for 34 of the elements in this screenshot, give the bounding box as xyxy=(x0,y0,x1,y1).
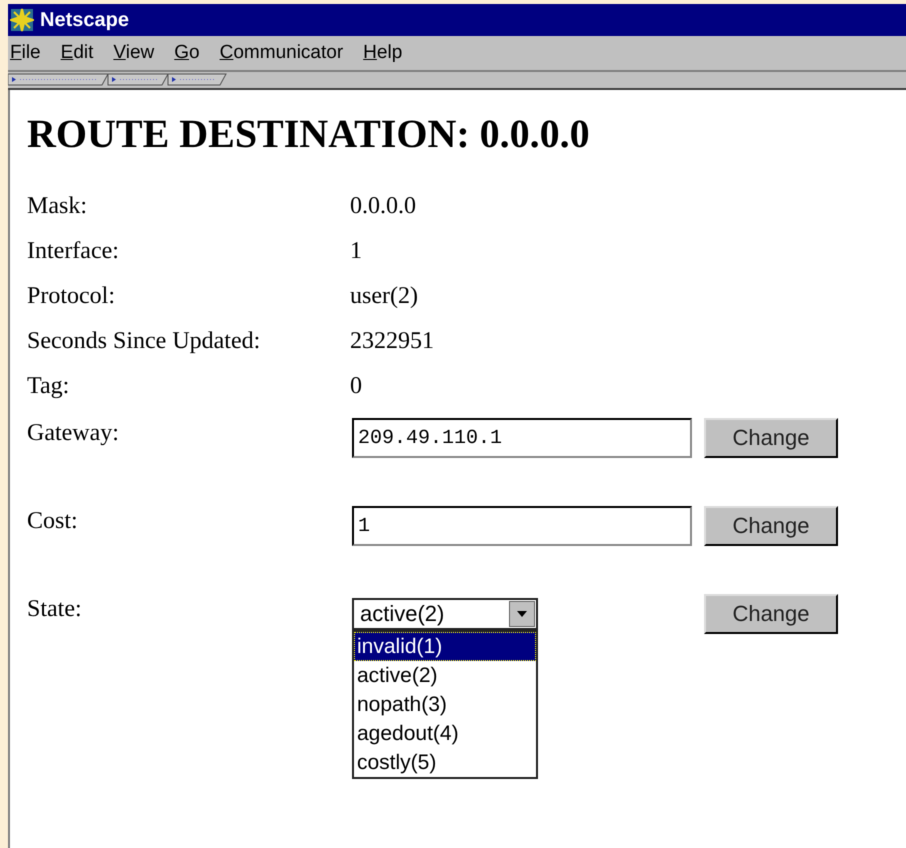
menu-item[interactable]: View xyxy=(113,42,154,64)
dropdown-option[interactable]: nopath(3) xyxy=(354,690,536,719)
input-field[interactable]: 1 xyxy=(352,506,692,546)
field-label: Seconds Since Updated: xyxy=(27,328,262,355)
dropdown[interactable]: active(2) xyxy=(352,598,538,630)
dropdown-option[interactable]: active(2) xyxy=(354,661,536,690)
field-value: user(2) xyxy=(350,283,418,309)
field-value: 0.0.0.0 xyxy=(350,193,416,219)
field-value: 1 xyxy=(350,238,362,264)
field-value: 2322951 xyxy=(350,328,434,354)
menu-item[interactable]: Help xyxy=(363,42,402,64)
field-label: Protocol: xyxy=(27,283,116,310)
menu-item[interactable]: Edit xyxy=(60,42,94,64)
collapsed-toolbar-tabs-icon[interactable] xyxy=(8,72,228,86)
page-heading: ROUTE DESTINATION: 0.0.0.0 xyxy=(27,110,591,157)
field-label: Mask: xyxy=(27,193,88,220)
change-button[interactable]: Change xyxy=(704,418,838,458)
dropdown-option[interactable]: invalid(1) xyxy=(354,632,536,661)
star-logo-icon xyxy=(10,8,34,32)
field-label: Gateway: xyxy=(27,419,120,447)
change-button[interactable]: Change xyxy=(704,594,838,634)
menu-item[interactable]: Go xyxy=(174,42,200,64)
field-label: Cost: xyxy=(27,507,79,535)
field-label: Interface: xyxy=(27,238,120,265)
field-label: State: xyxy=(27,595,83,623)
dropdown-option[interactable]: costly(5) xyxy=(354,748,536,777)
field-label: Tag: xyxy=(27,373,70,400)
dropdown-option[interactable]: agedout(4) xyxy=(354,719,536,748)
change-button[interactable]: Change xyxy=(704,506,838,546)
window-title: Netscape xyxy=(40,8,129,32)
menu-item[interactable]: Communicator xyxy=(220,42,344,64)
input-field[interactable]: 209.49.110.1 xyxy=(352,418,692,458)
field-value: 0 xyxy=(350,373,362,399)
menu-item[interactable]: File xyxy=(10,42,41,64)
